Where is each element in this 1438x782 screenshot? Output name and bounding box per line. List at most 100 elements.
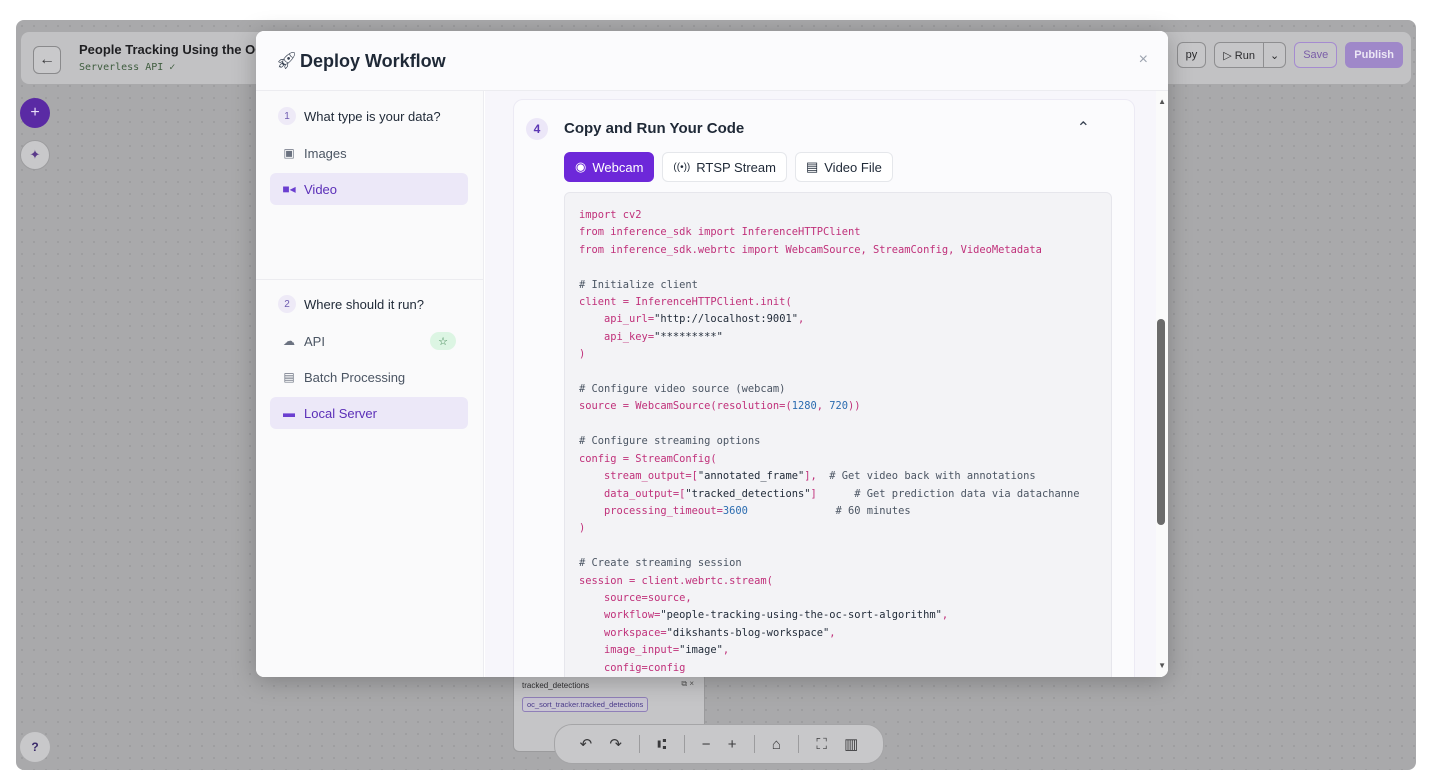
data-type-images[interactable]: ▣ Images (270, 137, 468, 169)
code-line: from inference_sdk.webrtc import WebcamS… (579, 243, 1042, 256)
step-title: Copy and Run Your Code (564, 120, 745, 137)
laptop-icon: ▬ (283, 406, 295, 420)
code-line: # Configure video source (webcam) (579, 383, 786, 396)
tab-video-file[interactable]: ▤ Video File (794, 152, 893, 182)
tab-label: Video File (824, 159, 882, 175)
code-line: # Configure streaming options (579, 435, 761, 448)
video-icon: ■◂ (282, 182, 296, 196)
run-button[interactable]: ▷ Run ⌄ (1214, 42, 1287, 68)
code-line: data_output=["tracked_detections"] # Get… (579, 487, 1080, 500)
top-right-tools: py ▷ Run ⌄ Save Publish (1176, 42, 1403, 68)
node-actions[interactable]: ⧉ × (681, 679, 694, 689)
ai-assist-button[interactable]: ✦ (20, 140, 50, 170)
broadcast-icon: ((•)) (673, 161, 691, 173)
code-line: processing_timeout=3600 # 60 minutes (579, 504, 911, 517)
option-label: Images (304, 145, 347, 161)
option-label: Batch Processing (304, 369, 406, 385)
target-api[interactable]: ☁ API ☆ (270, 325, 468, 357)
code-line: ) (579, 348, 586, 361)
fit-view-icon[interactable]: ⛶ (816, 736, 827, 753)
star-icon: ☆ (430, 332, 456, 350)
unlock-icon[interactable]: ⌂ (772, 736, 781, 753)
option-label: Video (304, 181, 338, 197)
node-tag: oc_sort_tracker.tracked_detections (522, 697, 649, 712)
publish-button[interactable]: Publish (1345, 42, 1403, 68)
code-line: workspace="dikshants-blog-workspace", (579, 626, 836, 639)
target-batch-processing[interactable]: ▤ Batch Processing (270, 361, 468, 393)
code-text: import cv2 from inference_sdk import Inf… (579, 207, 1111, 677)
chevron-up-icon[interactable]: ⌃ (1077, 118, 1090, 138)
plus-icon: + (30, 104, 40, 121)
toolbar-divider (683, 735, 685, 753)
sidebar-divider (256, 279, 484, 280)
help-button[interactable]: ? (20, 732, 50, 762)
tab-label: Webcam (592, 159, 644, 175)
code-line: client = InferenceHTTPClient.init( (579, 296, 792, 309)
step-data-type: 1 What type is your data? (278, 107, 441, 125)
code-block[interactable]: import cv2 from inference_sdk import Inf… (564, 192, 1112, 677)
back-button[interactable]: ← (33, 46, 61, 74)
target-local-server[interactable]: ▬ Local Server (270, 397, 468, 429)
file-icon: ▤ (805, 159, 819, 174)
modal-header: 🚀︎ Deploy Workflow × (256, 31, 1168, 91)
step-label: What type is your data? (304, 108, 441, 124)
data-type-video[interactable]: ■◂ Video (270, 173, 468, 205)
option-label: Local Server (304, 405, 377, 421)
tab-rtsp-stream[interactable]: ((•)) RTSP Stream (662, 152, 787, 182)
step-copy-run-code: 4 Copy and Run Your Code ⌃ ◉ Webcam ((•)… (513, 99, 1135, 677)
redo-icon[interactable]: ↷ (609, 735, 622, 753)
step-where-run: 2 Where should it run? (278, 295, 424, 313)
scroll-up-icon[interactable]: ▲ (1158, 97, 1166, 106)
close-icon[interactable]: × (1139, 51, 1148, 69)
deployment-status: Serverless API ✓ (79, 62, 176, 73)
zoom-in-icon[interactable]: + (728, 736, 737, 753)
code-line: image_input="image", (579, 644, 730, 657)
toolbar-divider (753, 735, 755, 753)
tab-webcam[interactable]: ◉ Webcam (564, 152, 655, 182)
code-line: config = StreamConfig( (579, 452, 717, 465)
code-line: # Create streaming session (579, 557, 742, 570)
cloud-icon: ☁ (283, 334, 295, 348)
code-line: stream_output=["annotated_frame"], # Get… (579, 470, 1036, 483)
layout-tree-icon[interactable]: ⑆ (657, 736, 666, 753)
rocket-icon: 🚀︎ (276, 51, 298, 70)
step-number: 1 (278, 107, 296, 125)
sparkle-icon: ✦ (29, 147, 41, 162)
undo-icon[interactable]: ↶ (580, 735, 593, 753)
code-line: workflow="people-tracking-using-the-oc-s… (579, 609, 949, 622)
step-number: 4 (526, 118, 548, 140)
deploy-main-panel: 4 Copy and Run Your Code ⌃ ◉ Webcam ((•)… (485, 91, 1168, 677)
batch-icon: ▤ (283, 370, 295, 384)
step-label: Where should it run? (304, 296, 424, 312)
code-line: api_url="http://localhost:9001", (579, 313, 805, 326)
scrollbar-thumb[interactable] (1157, 319, 1165, 525)
arrow-left-icon: ← (39, 51, 55, 68)
code-line: from inference_sdk import InferenceHTTPC… (579, 226, 861, 239)
webcam-icon: ◉ (575, 159, 587, 174)
code-line: api_key="*********" (579, 330, 723, 343)
copy-button[interactable]: py (1176, 42, 1207, 68)
scroll-down-icon[interactable]: ▼ (1158, 661, 1166, 670)
chevron-down-icon[interactable]: ⌄ (1262, 43, 1285, 67)
code-line: session = client.webrtc.stream( (579, 574, 773, 587)
code-line: import cv2 (579, 209, 642, 221)
step-number: 2 (278, 295, 296, 313)
node-label: tracked_detections (522, 681, 590, 690)
canvas-toolbar: ↶ ↷ ⑆ − + ⌂ ⛶ ▥ (554, 724, 884, 764)
minimap-icon[interactable]: ▥ (844, 735, 858, 753)
deploy-workflow-modal: 🚀︎ Deploy Workflow × 1 What type is your… (256, 31, 1168, 677)
code-line: source=source, (579, 591, 692, 604)
code-line: source = WebcamSource(resolution=(1280, … (579, 400, 861, 413)
toolbar-divider (639, 735, 641, 753)
image-icon: ▣ (283, 146, 295, 160)
workflow-title: People Tracking Using the OC (79, 42, 265, 57)
zoom-out-icon[interactable]: − (702, 736, 711, 753)
deploy-steps-sidebar: 1 What type is your data? ▣ Images ■◂ Vi… (256, 91, 484, 677)
source-tabs: ◉ Webcam ((•)) RTSP Stream ▤ Video File (564, 152, 893, 182)
add-block-button[interactable]: + (20, 98, 50, 128)
code-line: ) (579, 522, 586, 535)
option-label: API (304, 333, 325, 349)
code-line: # Initialize client (579, 278, 698, 291)
tab-label: RTSP Stream (696, 159, 776, 175)
save-button[interactable]: Save (1294, 42, 1338, 68)
